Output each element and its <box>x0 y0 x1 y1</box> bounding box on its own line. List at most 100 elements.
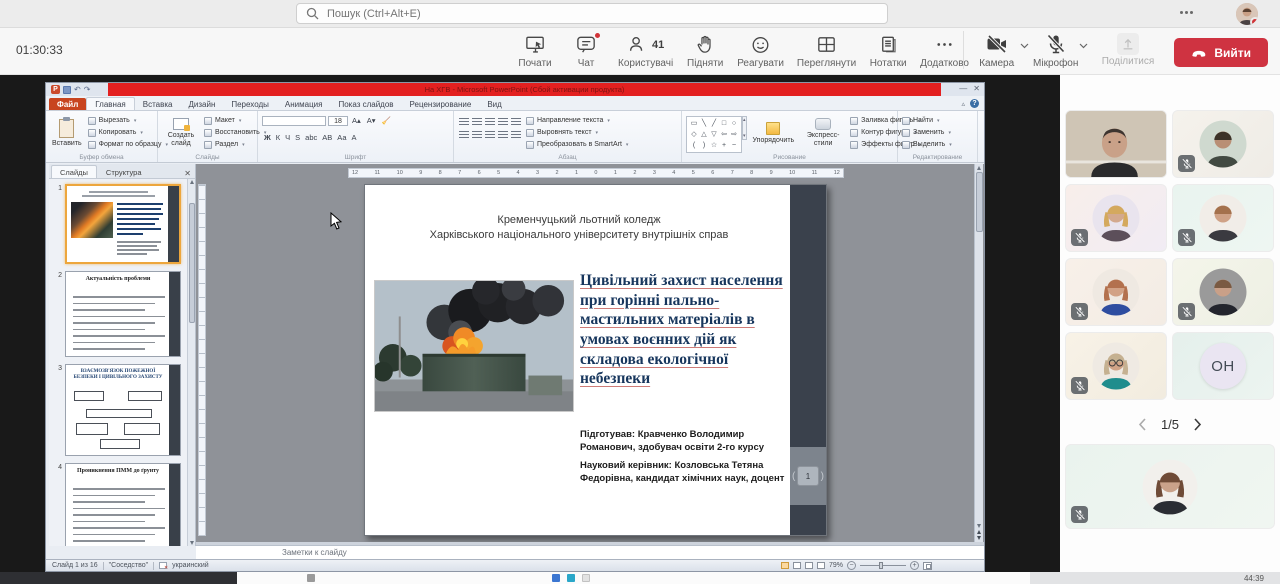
font-size-box[interactable]: 18 <box>328 116 348 126</box>
font-style-button[interactable]: Ж <box>262 132 273 143</box>
ppt-tab-5[interactable]: Анимация <box>277 98 331 110</box>
redo-icon[interactable]: ↷ <box>84 86 91 94</box>
taskbar-app-icon[interactable] <box>567 574 575 582</box>
undo-icon[interactable]: ↶ <box>74 86 81 94</box>
arrange-button[interactable]: Упорядочить <box>751 114 797 152</box>
microphone-button[interactable]: Мікрофон <box>1033 32 1079 69</box>
font-style-button[interactable]: А <box>350 132 359 143</box>
react-button[interactable]: Реагувати <box>733 31 788 70</box>
slide-institution-header[interactable]: Кременчуцький льотний коледж Харківськог… <box>379 213 779 244</box>
minimize-icon[interactable]: — <box>959 84 967 93</box>
slide-canvas[interactable]: 1 Кременчуцький льотний коледж Харківськ… <box>364 184 827 536</box>
notes-pane[interactable]: Заметки к слайду <box>196 545 984 559</box>
fire-photo[interactable] <box>374 280 574 412</box>
normal-view-button[interactable] <box>781 562 789 569</box>
shape-glyph[interactable]: ( <box>689 140 699 151</box>
user-avatar[interactable] <box>1236 3 1258 25</box>
slide-credits-text[interactable]: Підготував: Кравченко Володимир Романови… <box>580 429 792 485</box>
ribbon-command-преобразовать-в-smartart[interactable]: Преобразовать в SmartArt <box>526 139 628 150</box>
ppt-tab-7[interactable]: Рецензирование <box>402 98 480 110</box>
shape-glyph[interactable]: ○ <box>729 118 739 129</box>
ribbon-command-восстановить[interactable]: Восстановить <box>204 127 266 138</box>
microphone-options-chevron[interactable] <box>1079 37 1088 52</box>
powerpoint-logo-icon[interactable]: P <box>51 85 60 94</box>
ribbon-command-найти[interactable]: Найти <box>902 115 952 126</box>
slide-thumbnail-3[interactable]: 3ВЗАЄМОЗВ'ЯЗОК ПОЖЕЖНОЇ БЕЗПЕКИ І ЦИВІЛЬ… <box>54 364 187 456</box>
shape-glyph[interactable]: ╱ <box>709 118 719 129</box>
slide-title-text[interactable]: Цивільний захист населення при горінні п… <box>580 271 793 389</box>
panel-tab-слайды[interactable]: Слайды <box>51 165 97 178</box>
shape-glyph[interactable]: + <box>719 140 729 151</box>
ppt-title-bar[interactable]: P ↶ ↷ На ХГВ - Microsoft PowerPoint (Сбо… <box>46 83 984 96</box>
taskbar-app-icon[interactable] <box>307 574 315 582</box>
sorter-view-button[interactable] <box>793 562 801 569</box>
reading-view-button[interactable] <box>805 562 813 569</box>
ribbon-command-заменить[interactable]: Заменить <box>902 127 952 138</box>
leave-button[interactable]: Вийти <box>1174 38 1268 67</box>
search-input[interactable] <box>327 8 847 20</box>
alignment-buttons[interactable] <box>458 128 522 140</box>
panel-tab-структура[interactable]: Структура <box>98 166 150 178</box>
clear-formatting-button[interactable]: 🧹 <box>380 115 393 126</box>
spellcheck-icon[interactable] <box>159 562 167 569</box>
shape-glyph[interactable]: ) <box>699 140 709 151</box>
zoom-out-button[interactable]: − <box>847 561 856 570</box>
zoom-in-button[interactable]: + <box>910 561 919 570</box>
font-name-box[interactable] <box>262 116 326 126</box>
participant-tile-3[interactable] <box>1065 184 1167 252</box>
ribbon-command-раздел[interactable]: Раздел <box>204 139 266 150</box>
start-button[interactable]: Почати <box>512 31 558 70</box>
font-style-button[interactable]: Ч <box>283 132 292 143</box>
ribbon-command-макет[interactable]: Макет <box>204 115 266 126</box>
save-icon[interactable] <box>63 86 71 94</box>
participants-button[interactable]: 41Користувачі <box>614 31 677 70</box>
participant-tile-8[interactable]: ОН <box>1172 332 1274 400</box>
taskbar-app-icon[interactable] <box>552 574 560 582</box>
font-style-button[interactable]: АВ <box>320 132 334 143</box>
ppt-tab-4[interactable]: Переходы <box>223 98 277 110</box>
chat-button[interactable]: Чат <box>563 31 609 70</box>
shape-glyph[interactable]: ~ <box>729 140 739 151</box>
slideshow-view-button[interactable] <box>817 562 825 569</box>
new-slide-button[interactable]: Создать слайд <box>162 114 200 152</box>
participant-tile-6[interactable] <box>1172 258 1274 326</box>
search-box[interactable] <box>296 3 888 24</box>
previous-page-chevron[interactable] <box>1138 418 1147 431</box>
shrink-font-button[interactable]: А▾ <box>365 115 378 126</box>
close-icon[interactable]: ✕ <box>973 84 980 93</box>
paste-button[interactable]: Вставить <box>50 114 84 152</box>
participant-tile-9[interactable] <box>1065 444 1275 529</box>
ribbon-command-копировать[interactable]: Копировать <box>88 127 168 138</box>
participant-tile-1[interactable] <box>1065 110 1167 178</box>
quick-styles-button[interactable]: Экспресс-стили <box>800 114 846 152</box>
notes-button[interactable]: Нотатки <box>865 31 911 70</box>
participant-tile-2[interactable] <box>1172 110 1274 178</box>
top-more-menu[interactable] <box>1180 6 1198 18</box>
ppt-tab-file[interactable]: Файл <box>49 98 86 110</box>
ribbon-command-выделить[interactable]: Выделить <box>902 139 952 150</box>
shape-glyph[interactable]: ╲ <box>699 118 709 129</box>
shape-glyph[interactable]: ◇ <box>689 129 699 140</box>
editor-scrollbar[interactable] <box>974 164 983 542</box>
shape-glyph[interactable]: ☆ <box>709 140 719 151</box>
zoom-slider[interactable] <box>860 565 906 566</box>
participant-tile-5[interactable] <box>1065 258 1167 326</box>
panel-scrollbar[interactable] <box>187 179 195 546</box>
ribbon-command-формат-по-образцу[interactable]: Формат по образцу <box>88 139 168 150</box>
font-style-button[interactable]: abc <box>303 132 319 143</box>
share-button[interactable]: Поділитися <box>1102 33 1155 67</box>
shape-glyph[interactable]: ▭ <box>689 118 699 129</box>
shape-glyph[interactable]: △ <box>699 129 709 140</box>
fit-to-window-button[interactable] <box>923 562 932 570</box>
ppt-tab-6[interactable]: Показ слайдов <box>330 98 401 110</box>
close-panel-icon[interactable]: ✕ <box>184 169 191 178</box>
font-style-button[interactable]: Аа <box>335 132 348 143</box>
participant-tile-4[interactable] <box>1172 184 1274 252</box>
shape-glyph[interactable]: □ <box>719 118 729 129</box>
ppt-tab-1[interactable]: Главная <box>86 97 134 110</box>
participant-tile-7[interactable] <box>1065 332 1167 400</box>
grow-font-button[interactable]: А▴ <box>350 115 363 126</box>
ppt-tab-2[interactable]: Вставка <box>135 98 181 110</box>
shape-glyph[interactable]: ▽ <box>709 129 719 140</box>
ribbon-command-направление-текста[interactable]: Направление текста <box>526 115 628 126</box>
